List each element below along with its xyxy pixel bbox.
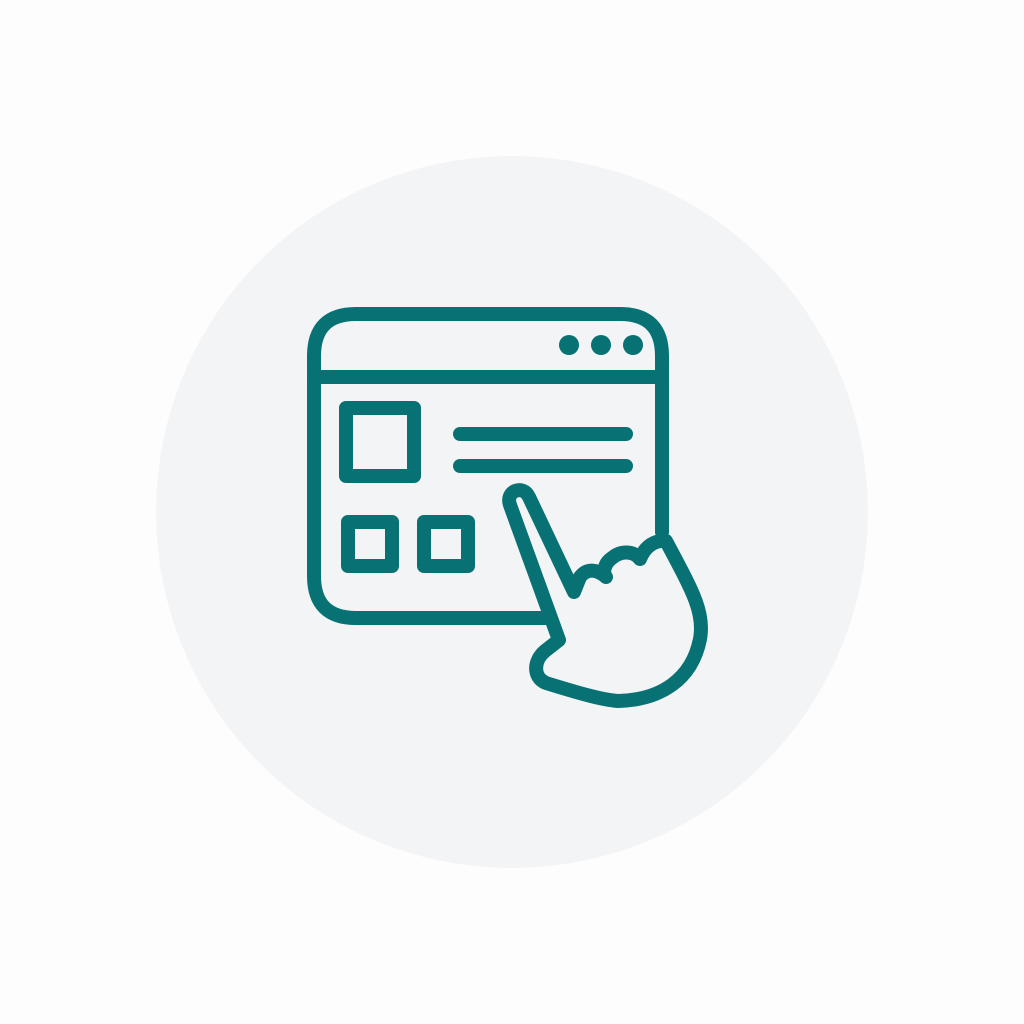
pointing-hand-icon xyxy=(502,483,708,708)
thumbnail-2 xyxy=(417,515,475,573)
icon-canvas xyxy=(0,0,1024,1024)
thumbnail-1 xyxy=(341,515,399,573)
image-placeholder-large xyxy=(339,401,421,483)
window-dot-icon xyxy=(623,335,643,355)
web-interaction-icon xyxy=(307,307,708,708)
window-dot-icon xyxy=(591,335,611,355)
hand-outline xyxy=(502,483,708,708)
window-dot-icon xyxy=(559,335,579,355)
window-controls xyxy=(559,335,643,355)
